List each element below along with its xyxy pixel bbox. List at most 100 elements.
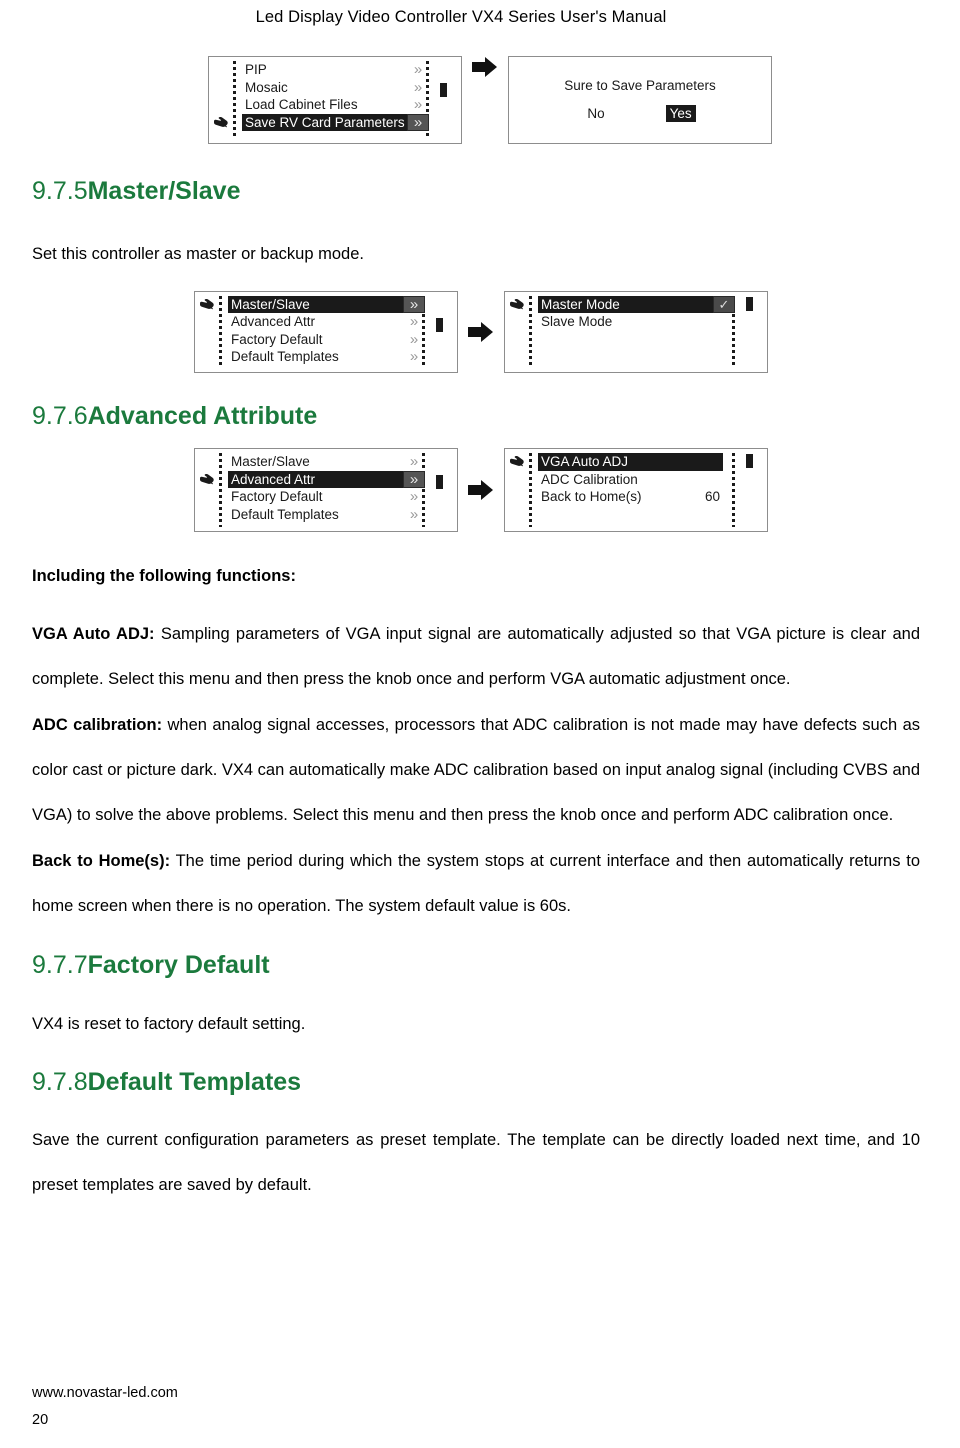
dotted-rail-left [219, 453, 222, 527]
section-number: 9.7.5 [32, 177, 88, 205]
menu-rows: Master Mode Slave Mode [538, 295, 723, 331]
chevron-right-icon: » [413, 78, 423, 96]
scrollbar-thumb[interactable] [436, 475, 443, 489]
menu-row-label: Master/Slave [231, 454, 310, 469]
section-heading-master-slave: 9.7.5Master/Slave [32, 177, 920, 206]
lcd-panel-menu: Master/Slave Advanced Attr Factory Defau… [194, 448, 458, 532]
menu-row-load-cabinet-files[interactable]: Load Cabinet Files [242, 96, 417, 114]
diagram-advanced-attribute: Master/Slave Advanced Attr Factory Defau… [194, 448, 920, 532]
chevron-right-icon: » [409, 453, 419, 471]
checkmark-icon: ✓ [713, 295, 735, 313]
lcd-panel-menu: Master/Slave Advanced Attr Factory Defau… [194, 290, 458, 373]
scrollbar-thumb[interactable] [440, 83, 447, 97]
scrollbar-thumb[interactable] [746, 296, 753, 311]
footer-website[interactable]: www.novastar-led.com [32, 1380, 178, 1407]
section-title: Factory Default [87, 951, 270, 979]
menu-row-factory-default[interactable]: Factory Default [228, 488, 413, 506]
menu-row-mosaic[interactable]: Mosaic [242, 79, 417, 97]
back-to-home-value[interactable]: 60 [705, 490, 723, 504]
paragraph-intro: Including the following functions: [32, 554, 920, 599]
paragraph-vga-auto-adj: VGA Auto ADJ: Sampling parameters of VGA… [32, 612, 920, 702]
footer-page-number: 20 [32, 1412, 49, 1428]
paragraph-master-slave: Set this controller as master or backup … [32, 244, 364, 263]
lcd-panel-confirm-dialog: Sure to Save Parameters No Yes [508, 56, 772, 144]
menu-row-label: Master/Slave [231, 296, 310, 312]
menu-row-label: Advanced Attr [231, 314, 316, 329]
menu-row-adc-calibration[interactable]: ADC Calibration [538, 471, 723, 489]
chevron-right-icon: » [409, 488, 419, 506]
scrollbar-thumb[interactable] [436, 317, 443, 332]
menu-rows: Master/Slave Advanced Attr Factory Defau… [228, 295, 413, 366]
menu-row-master-mode[interactable]: Master Mode [538, 295, 723, 313]
right-arrow-icon [468, 321, 493, 342]
pointing-hand-icon [507, 454, 527, 470]
section-title: Advanced Attribute [87, 401, 318, 430]
menu-row-label: Factory Default [231, 489, 323, 504]
term-back-to-home: Back to Home(s): [32, 852, 171, 870]
menu-row-label: Slave Mode [541, 314, 613, 329]
dotted-rail-left [219, 295, 222, 368]
paragraph-adc-calibration: ADC calibration: when analog signal acce… [32, 703, 920, 838]
pointing-hand-icon [507, 297, 527, 313]
section-number: 9.7.6 [32, 401, 88, 430]
menu-row-save-rv-card-parameters[interactable]: Save RV Card Parameters [242, 113, 417, 131]
menu-row-advanced-attr[interactable]: Advanced Attr [228, 313, 413, 331]
menu-row-label: VGA Auto ADJ [541, 454, 629, 469]
menu-row-label: ADC Calibration [541, 471, 638, 487]
diagram-master-slave: Master/Slave Advanced Attr Factory Defau… [194, 290, 920, 373]
transition-arrow [458, 291, 504, 373]
transition-arrow [458, 448, 504, 532]
page-content: PIP Mosaic Load Cabinet Files Save RV Ca… [32, 46, 920, 1208]
menu-row-default-templates[interactable]: Default Templates [228, 506, 413, 524]
dialog-option-yes[interactable]: Yes [665, 105, 696, 122]
chevron-right-icon-selected: » [403, 470, 425, 488]
menu-row-label: Default Templates [231, 506, 339, 522]
paragraph-default-templates: Save the current configuration parameter… [32, 1131, 920, 1194]
menu-row-label: Back to Home(s) [541, 489, 642, 504]
section-title: Default Templates [87, 1067, 302, 1096]
menu-row-label: Load Cabinet Files [245, 97, 358, 112]
lcd-panel-advanced-menu: VGA Auto ADJ ADC Calibration Back to Hom… [504, 448, 768, 532]
menu-row-pip[interactable]: PIP [242, 61, 417, 79]
menu-row-vga-auto-adj[interactable]: VGA Auto ADJ [538, 453, 723, 471]
menu-row-label: Master Mode [541, 296, 620, 312]
dialog-option-no[interactable]: No [584, 105, 607, 122]
section-heading-advanced-attribute: 9.7.6Advanced Attribute [32, 401, 920, 431]
right-arrow-icon [472, 57, 497, 77]
chevron-right-icon: » [413, 96, 423, 114]
section-number: 9.7.8 [32, 1067, 88, 1096]
dialog-message: Sure to Save Parameters [564, 78, 716, 93]
section-title: Master/Slave [87, 177, 241, 205]
chevron-right-icon-selected: » [407, 113, 429, 131]
section-heading-default-templates: 9.7.8Default Templates [32, 1067, 920, 1097]
menu-row-factory-default[interactable]: Factory Default [228, 331, 413, 349]
dotted-rail-right [732, 453, 735, 527]
text-vga-auto-adj: Sampling parameters of VGA input signal … [32, 625, 920, 688]
section-number: 9.7.7 [32, 951, 88, 979]
menu-row-default-templates[interactable]: Default Templates [228, 348, 413, 366]
lcd-panel-menu: PIP Mosaic Load Cabinet Files Save RV Ca… [208, 56, 462, 144]
menu-row-back-to-home[interactable]: Back to Home(s) 60 [538, 488, 723, 506]
page-header: Led Display Video Controller VX4 Series … [0, 8, 960, 27]
chevron-right-icon: » [409, 313, 419, 331]
dotted-rail-left [529, 295, 532, 368]
menu-row-master-slave[interactable]: Master/Slave [228, 453, 413, 471]
lcd-panel-mode-menu: Master Mode Slave Mode ✓ [504, 290, 768, 373]
chevron-right-icon: » [409, 348, 419, 366]
menu-row-label: Save RV Card Parameters [245, 114, 405, 130]
menu-row-advanced-attr[interactable]: Advanced Attr [228, 470, 413, 488]
term-vga-auto-adj: VGA Auto ADJ: [32, 625, 155, 643]
paragraph-factory-default: VX4 is reset to factory default setting. [32, 1014, 306, 1033]
menu-row-slave-mode[interactable]: Slave Mode [538, 313, 723, 331]
right-arrow-icon [468, 480, 493, 500]
page-footer: www.novastar-led.com 20 [32, 1380, 178, 1434]
scrollbar-thumb[interactable] [746, 454, 753, 468]
paragraph-back-to-home: Back to Home(s): The time period during … [32, 839, 920, 929]
menu-row-master-slave[interactable]: Master/Slave [228, 295, 413, 313]
diagram-save-rv-card-parameters: PIP Mosaic Load Cabinet Files Save RV Ca… [208, 56, 920, 144]
menu-row-label: Default Templates [231, 349, 339, 364]
chevron-right-icon: » [413, 61, 423, 79]
manual-title: Led Display Video Controller VX4 Series … [255, 8, 667, 26]
menu-row-label: Advanced Attr [231, 471, 316, 487]
pointing-hand-icon [197, 297, 217, 313]
